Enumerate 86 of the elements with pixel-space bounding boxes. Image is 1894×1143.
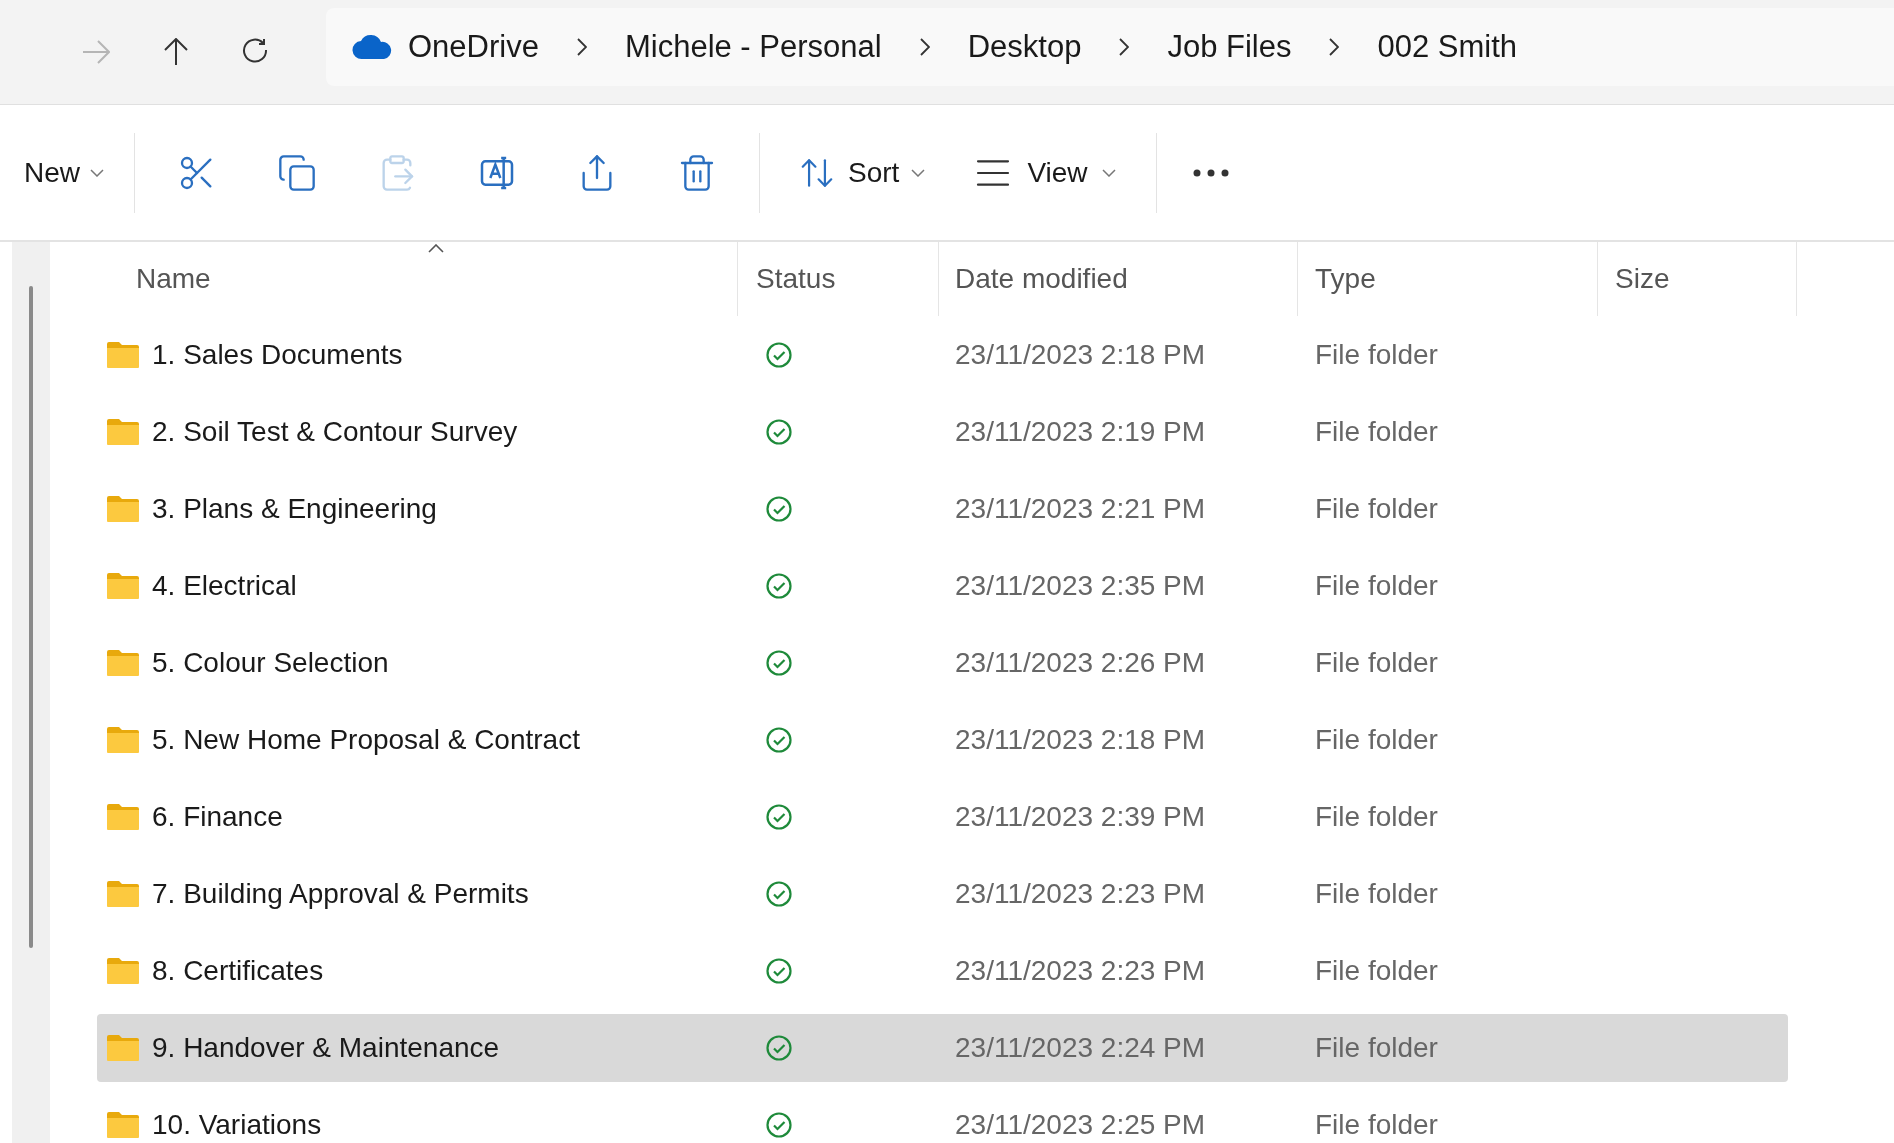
date-modified: 23/11/2023 2:24 PM [954, 1030, 1207, 1065]
folder-name: 6. Finance [152, 799, 283, 834]
file-row[interactable]: 5. New Home Proposal & Contract 23/11/2023 2:18 PM File folder [97, 705, 1788, 774]
folder-icon [106, 571, 140, 600]
refresh-icon [242, 38, 270, 66]
item-type: File folder [1314, 876, 1438, 911]
item-type: File folder [1314, 645, 1438, 680]
file-row[interactable]: 2. Soil Test & Contour Survey 23/11/2023 2:19 PM File folder [97, 397, 1788, 466]
breadcrumb-bar[interactable]: OneDrive Michele - Personal Desktop Job Files 002 Smith [326, 8, 1894, 86]
column-header[interactable]: Size [1598, 242, 1797, 316]
item-type: File folder [1314, 953, 1438, 988]
file-row[interactable]: 4. Electrical 23/11/2023 2:35 PM File folder [97, 551, 1788, 620]
column-header[interactable]: Status [738, 242, 939, 316]
breadcrumb-item[interactable]: Job Files [1167, 23, 1292, 71]
folder-name: 4. Electrical [152, 568, 297, 603]
scrollbar-thumb[interactable] [29, 286, 33, 948]
column-header[interactable]: Name [50, 242, 738, 316]
file-row[interactable]: 6. Finance 23/11/2023 2:39 PM File folder [97, 782, 1788, 851]
date-modified: 23/11/2023 2:23 PM [954, 876, 1207, 911]
date-modified: 23/11/2023 2:19 PM [954, 414, 1207, 449]
more-dots-icon [1192, 168, 1229, 177]
up-button[interactable] [162, 36, 190, 68]
date-modified: 23/11/2023 2:25 PM [954, 1107, 1207, 1142]
item-type: File folder [1314, 722, 1438, 757]
file-row[interactable]: 8. Certificates 23/11/2023 2:23 PM File folder [97, 936, 1788, 1005]
date-modified: 23/11/2023 2:21 PM [954, 491, 1207, 526]
chevron-down-icon [1101, 168, 1116, 177]
arrow-right-icon [82, 40, 110, 64]
cloud-icon [352, 34, 392, 60]
date-modified: 23/11/2023 2:26 PM [954, 645, 1207, 680]
date-modified: 23/11/2023 2:18 PM [954, 337, 1207, 372]
chevron-right-icon [1329, 38, 1340, 56]
file-row[interactable]: 9. Handover & Maintenance 23/11/2023 2:24 PM File folder [97, 1013, 1788, 1082]
chevron-down-icon [90, 168, 104, 177]
arrow-up-icon [164, 38, 188, 66]
column-header[interactable]: Date modified [939, 242, 1298, 316]
folder-icon [106, 417, 140, 446]
folder-name: 2. Soil Test & Contour Survey [152, 414, 518, 449]
sort-button[interactable]: Sort [760, 151, 974, 194]
folder-icon [106, 494, 140, 523]
view-button[interactable]: View [973, 151, 1156, 194]
item-type: File folder [1314, 414, 1438, 449]
folder-icon [106, 802, 140, 831]
folder-icon [106, 340, 140, 369]
folder-icon [106, 1110, 140, 1139]
more-button[interactable] [1192, 168, 1229, 177]
chevron-right-icon [576, 38, 587, 56]
file-row[interactable]: 10. Variations 23/11/2023 2:25 PM File folder [97, 1090, 1788, 1143]
file-row[interactable]: 7. Building Approval & Permits 23/11/2023 2:23 PM File folder [97, 859, 1788, 928]
folder-name: 5. Colour Selection [152, 645, 389, 680]
file-row[interactable]: 5. Colour Selection 23/11/2023 2:26 PM File folder [97, 628, 1788, 697]
breadcrumb-item[interactable]: Desktop [967, 23, 1082, 71]
breadcrumb-item[interactable]: Michele - Personal [624, 23, 882, 71]
date-modified: 23/11/2023 2:35 PM [954, 568, 1207, 603]
date-modified: 23/11/2023 2:39 PM [954, 799, 1207, 834]
item-type: File folder [1314, 1030, 1438, 1065]
folder-icon [106, 725, 140, 754]
file-row[interactable]: 3. Plans & Engineering 23/11/2023 2:21 PM File folder [97, 474, 1788, 543]
date-modified: 23/11/2023 2:23 PM [954, 953, 1207, 988]
folder-name: 10. Variations [152, 1107, 322, 1142]
new-button[interactable]: New [12, 151, 134, 194]
chevron-right-icon [919, 38, 930, 56]
sort-ascending-icon [427, 244, 444, 253]
item-type: File folder [1314, 337, 1438, 372]
folder-name: 5. New Home Proposal & Contract [152, 722, 580, 757]
folder-icon [106, 956, 140, 985]
folder-name: 7. Building Approval & Permits [152, 876, 529, 911]
chevron-right-icon [1119, 38, 1130, 56]
folder-icon [106, 648, 140, 677]
item-type: File folder [1314, 1107, 1438, 1142]
folder-name: 8. Certificates [152, 953, 324, 988]
item-type: File folder [1314, 799, 1438, 834]
column-header[interactable]: Type [1298, 242, 1598, 316]
folder-name: 9. Handover & Maintenance [152, 1030, 500, 1065]
copy-icon [277, 152, 317, 193]
file-row[interactable]: 1. Sales Documents 23/11/2023 2:18 PM File folder [97, 320, 1788, 389]
folder-name: 3. Plans & Engineering [152, 491, 437, 526]
folder-icon [106, 1033, 140, 1062]
date-modified: 23/11/2023 2:18 PM [954, 722, 1207, 757]
item-type: File folder [1314, 568, 1438, 603]
breadcrumb-item[interactable]: 002 Smith [1377, 23, 1517, 71]
breadcrumb-item[interactable]: OneDrive [352, 23, 539, 71]
chevron-down-icon [911, 168, 926, 177]
folder-icon [106, 879, 140, 908]
folder-name: 1. Sales Documents [152, 337, 403, 372]
item-type: File folder [1314, 491, 1438, 526]
